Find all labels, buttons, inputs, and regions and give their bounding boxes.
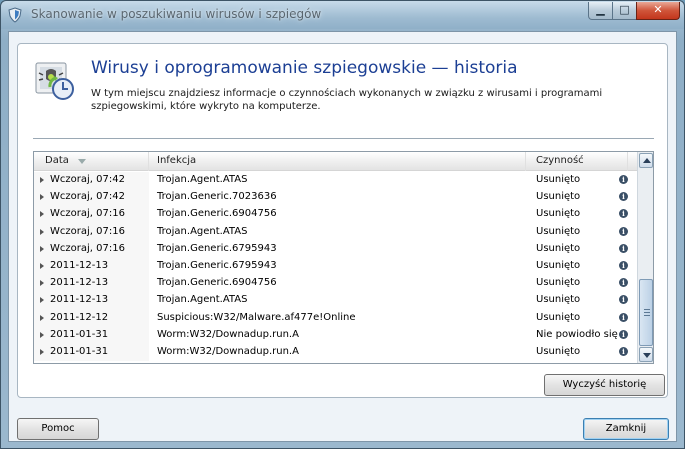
row-date: Wczoraj, 07:16	[50, 242, 125, 254]
expand-arrow-icon[interactable]	[40, 228, 44, 235]
info-icon[interactable]: i	[619, 260, 628, 270]
help-button[interactable]: Pomoc	[17, 418, 99, 440]
chevron-up-icon	[643, 158, 651, 163]
sort-descending-icon	[78, 159, 86, 164]
info-icon[interactable]: i	[619, 175, 628, 184]
expand-arrow-icon[interactable]	[40, 211, 44, 218]
row-infection: Trojan.Agent.ATAS	[157, 174, 248, 185]
row-infection: Trojan.Generic.6795943	[157, 259, 277, 271]
row-date: 2011-12-12	[50, 311, 109, 323]
page-title: Wirusy i oprogramowanie szpiegowskie — h…	[91, 58, 518, 78]
row-action: Usunięto	[536, 225, 581, 237]
column-header-date[interactable]: Data	[34, 152, 149, 171]
minimize-button[interactable]: ▁	[588, 2, 613, 20]
row-infection: Trojan.Generic.6904756	[157, 208, 277, 220]
row-date: 2011-01-31	[50, 345, 109, 357]
row-action: Usunięto	[536, 259, 581, 271]
column-header-action[interactable]: Czynność	[526, 152, 628, 171]
expand-arrow-icon[interactable]	[40, 262, 44, 269]
table-row[interactable]: 2011-12-13 Trojan.Agent.ATAS Usunięto i	[34, 292, 637, 310]
row-infection: Suspicious:W32/Malware.af477e!Online	[157, 311, 356, 323]
row-infection: Worm:W32/Downadup.run.A	[157, 328, 299, 340]
row-action: Nie powiodło się	[536, 328, 618, 340]
table-row[interactable]: Wczoraj, 07:16 Trojan.Generic.6904756 Usun…	[34, 206, 637, 224]
column-header-date-label: Data	[45, 155, 69, 166]
scroll-thumb[interactable]	[639, 279, 653, 346]
row-action: Usunięto	[536, 345, 581, 357]
row-action: Usunięto	[536, 311, 581, 323]
info-icon[interactable]: i	[619, 226, 628, 236]
scroll-up-button[interactable]	[639, 153, 653, 168]
row-date: Wczoraj, 07:16	[50, 225, 125, 237]
expand-arrow-icon[interactable]	[40, 314, 44, 321]
column-header-infection[interactable]: Infekcja	[149, 152, 526, 171]
info-icon[interactable]: i	[619, 312, 628, 322]
table-row[interactable]: 2011-01-31 Worm:W32/Downadup.run.A Nie pow…	[34, 326, 637, 344]
vertical-scrollbar[interactable]	[637, 152, 653, 363]
row-infection: Trojan.Generic.7023636	[157, 191, 277, 203]
row-action: Usunięto	[536, 174, 581, 185]
grip-line	[644, 312, 650, 313]
expand-arrow-icon[interactable]	[40, 177, 44, 183]
content-panel: Wirusy i oprogramowanie szpiegowskie — h…	[17, 43, 668, 398]
info-icon[interactable]: i	[619, 192, 628, 202]
expand-arrow-icon[interactable]	[40, 297, 44, 304]
main-window: Skanowanie w poszukiwaniu wirusów i szpi…	[0, 0, 685, 449]
history-list[interactable]: Data Infekcja Czynność Wczoraj, 07:42 Tro…	[33, 151, 654, 364]
table-row[interactable]: 2011-12-13 Trojan.Generic.6904756 Usunięto…	[34, 275, 637, 293]
row-action: Usunięto	[536, 242, 581, 254]
table-row[interactable]: 2011-12-13 Trojan.Generic.6795943 Usunięto…	[34, 257, 637, 276]
row-action: Usunięto	[536, 277, 581, 289]
table-row[interactable]: Wczoraj, 07:16 Trojan.Generic.6795943 Usun…	[34, 240, 637, 258]
row-date: 2011-12-13	[50, 294, 109, 306]
row-date: Wczoraj, 07:42	[50, 174, 125, 185]
row-date: 2011-12-13	[50, 259, 109, 271]
app-icon	[8, 7, 22, 23]
info-icon[interactable]: i	[619, 295, 628, 305]
list-rows: Wczoraj, 07:42 Trojan.Agent.ATAS Usunięto i…	[34, 172, 637, 364]
info-icon[interactable]: i	[619, 346, 628, 356]
chevron-down-icon	[643, 353, 651, 358]
row-date: 2011-01-31	[50, 328, 109, 340]
expand-arrow-icon[interactable]	[40, 331, 44, 338]
close-button[interactable]: Zamknij	[583, 418, 669, 440]
table-row[interactable]: Wczoraj, 07:42 Trojan.Generic.7023636 Usun…	[34, 189, 637, 207]
row-date: 2011-12-13	[50, 277, 109, 289]
page-description: W tym miejscu znajdziesz informacje o cz…	[91, 88, 603, 112]
table-row[interactable]: Wczoraj, 07:42 Trojan.Agent.ATAS Usunięto i	[34, 172, 637, 190]
row-date: Wczoraj, 07:42	[50, 191, 125, 203]
close-window-button[interactable]: ✕	[636, 2, 680, 20]
expand-arrow-icon[interactable]	[40, 194, 44, 201]
list-header: Data Infekcja Czynność	[34, 152, 640, 171]
scan-history-icon	[35, 62, 74, 100]
maximize-button[interactable]: □	[612, 2, 637, 20]
row-infection: Trojan.Agent.ATAS	[157, 294, 248, 306]
dialog-client: Wirusy i oprogramowanie szpiegowskie — h…	[8, 31, 677, 442]
expand-arrow-icon[interactable]	[40, 245, 44, 252]
row-infection: Worm:W32/Downadup.run.A	[157, 345, 299, 357]
grip-line	[644, 315, 650, 316]
row-infection: Trojan.Agent.ATAS	[157, 225, 248, 237]
row-action: Usunięto	[536, 208, 581, 220]
expand-arrow-icon[interactable]	[40, 280, 44, 287]
table-row[interactable]: 2011-01-31 Worm:W32/Downadup.run.A Usunięt…	[34, 343, 637, 362]
info-icon[interactable]: i	[619, 243, 628, 253]
row-action: Usunięto	[536, 294, 581, 306]
window-title: Skanowanie w poszukiwaniu wirusów i szpi…	[31, 7, 322, 21]
row-action: Usunięto	[536, 191, 581, 203]
info-icon[interactable]: i	[619, 329, 628, 339]
grip-line	[644, 309, 650, 310]
expand-arrow-icon[interactable]	[40, 348, 44, 355]
row-date: Wczoraj, 07:16	[50, 208, 125, 220]
row-infection: Trojan.Generic.6904756	[157, 277, 277, 289]
table-row[interactable]: Wczoraj, 07:16 Trojan.Agent.ATAS Usunięto i	[34, 223, 637, 241]
divider	[33, 138, 654, 139]
clear-history-button[interactable]: Wyczyść historię	[544, 374, 665, 396]
scroll-down-button[interactable]	[639, 347, 653, 362]
row-infection: Trojan.Generic.6795943	[157, 242, 277, 254]
table-row[interactable]: 2011-12-12 Suspicious:W32/Malware.af477e!…	[34, 309, 637, 327]
info-icon[interactable]: i	[619, 209, 628, 219]
info-icon[interactable]: i	[619, 278, 628, 288]
title-bar[interactable]: Skanowanie w poszukiwaniu wirusów i szpi…	[1, 1, 684, 29]
